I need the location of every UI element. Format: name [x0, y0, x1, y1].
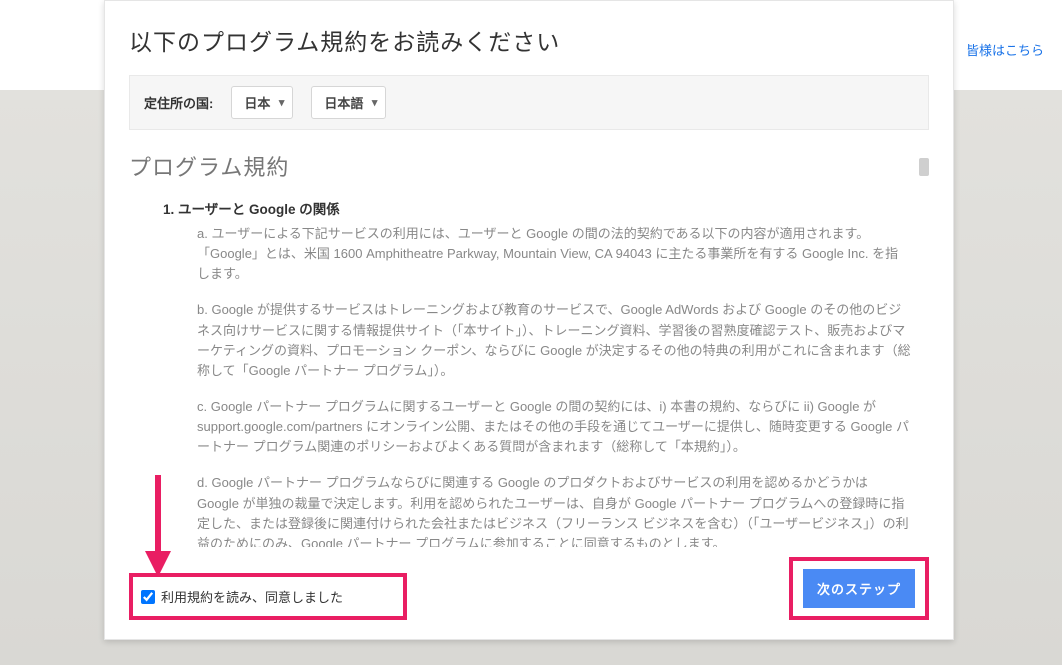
terms-section-1-head: 1. ユーザーと Google の関係	[163, 198, 911, 218]
agree-label[interactable]: 利用規約を読み、同意しました	[161, 587, 343, 606]
chevron-down-icon: ▾	[279, 96, 285, 109]
terms-para-a: a. ユーザーによる下記サービスの利用には、ユーザーと Google の間の法的…	[163, 224, 911, 284]
language-dropdown[interactable]: 日本語 ▾	[311, 86, 386, 119]
agree-checkbox[interactable]	[141, 590, 155, 604]
country-label: 定住所の国:	[144, 93, 213, 112]
terms-para-d: d. Google パートナー プログラムならびに関連する Google のプロ…	[163, 473, 911, 547]
chevron-down-icon: ▾	[372, 96, 378, 109]
country-dropdown[interactable]: 日本 ▾	[231, 86, 293, 119]
terms-scroll-area[interactable]: プログラム規約 1. ユーザーと Google の関係 a. ユーザーによる下記…	[129, 150, 929, 547]
scrollbar-thumb[interactable]	[919, 158, 929, 176]
locale-selector-bar: 定住所の国: 日本 ▾ 日本語 ▾	[129, 75, 929, 130]
next-step-button[interactable]: 次のステップ	[803, 569, 915, 608]
language-dropdown-value: 日本語	[324, 96, 363, 111]
country-dropdown-value: 日本	[244, 96, 270, 111]
modal-footer: 利用規約を読み、同意しました 次のステップ	[129, 557, 929, 620]
modal-title: 以下のプログラム規約をお読みください	[129, 23, 929, 57]
terms-heading: プログラム規約	[129, 150, 929, 182]
terms-modal: 以下のプログラム規約をお読みください 定住所の国: 日本 ▾ 日本語 ▾ プログ…	[104, 0, 954, 640]
next-highlight-box: 次のステップ	[789, 557, 929, 620]
terms-body: 1. ユーザーと Google の関係 a. ユーザーによる下記サービスの利用に…	[129, 198, 929, 547]
terms-para-b: b. Google が提供するサービスはトレーニングおよび教育のサービスで、Go…	[163, 300, 911, 381]
header-partner-link[interactable]: 皆様はこちら	[966, 40, 1044, 59]
terms-para-c: c. Google パートナー プログラムに関するユーザーと Google の間…	[163, 397, 911, 457]
agree-highlight-box: 利用規約を読み、同意しました	[129, 573, 407, 620]
